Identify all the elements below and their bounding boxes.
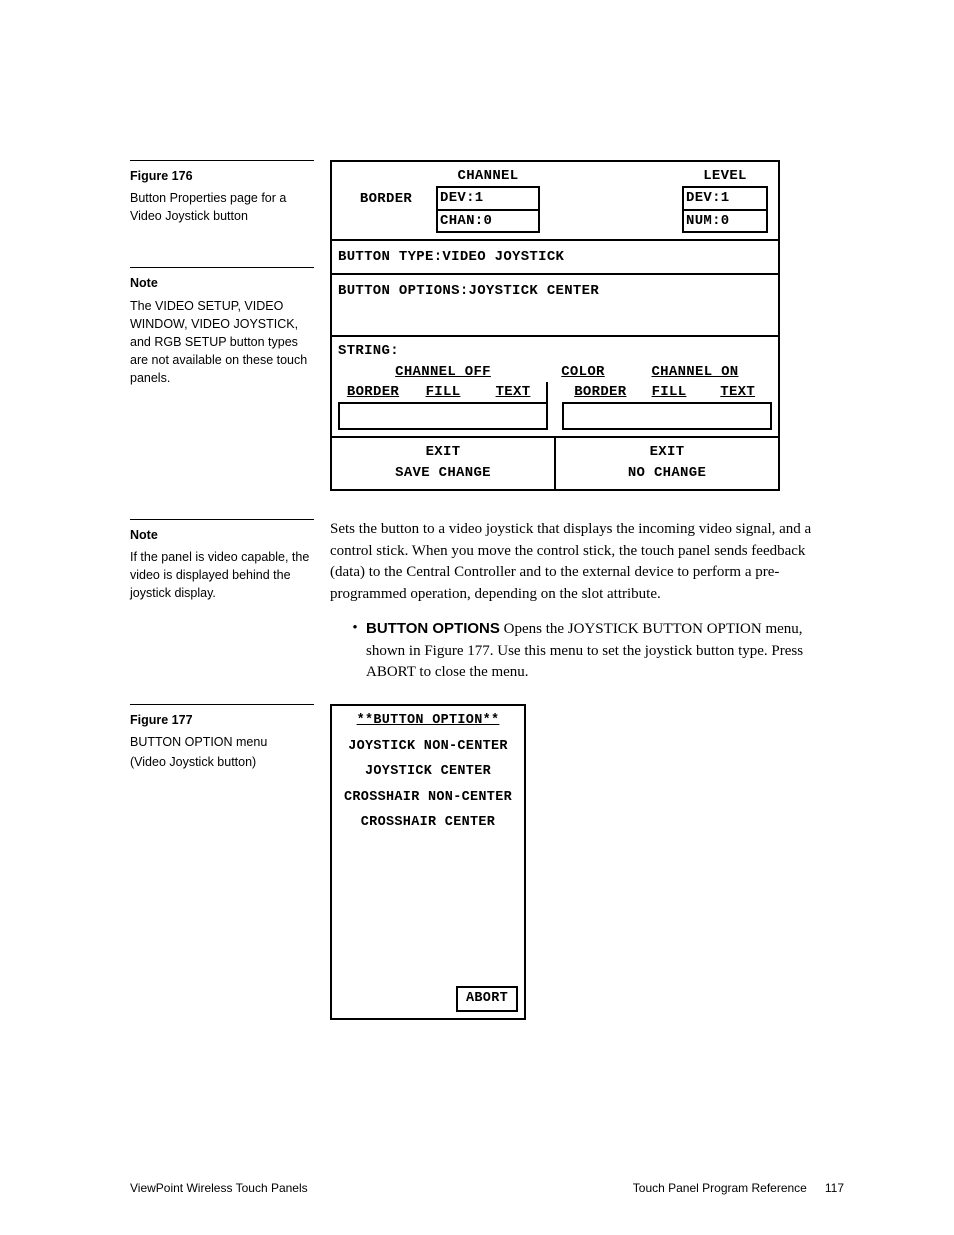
level-num: NUM:0 (682, 211, 768, 233)
channel-header: CHANNEL (436, 166, 540, 186)
on-fill: FILL (635, 382, 704, 402)
footer-section: Touch Panel Program Reference (633, 1181, 807, 1195)
off-text: TEXT (478, 382, 548, 402)
option-crosshair-noncenter[interactable]: CROSSHAIR NON-CENTER (332, 785, 524, 811)
on-border: BORDER (566, 382, 635, 402)
channel-off-header: CHANNEL OFF (395, 364, 491, 380)
note-1-label: Note (130, 274, 314, 292)
figure-176-caption: Button Properties page for a Video Joyst… (130, 189, 314, 225)
figure-176-label: Figure 176 (130, 167, 314, 185)
option-crosshair-center[interactable]: CROSSHAIR CENTER (332, 810, 524, 836)
exit-save-button[interactable]: EXIT SAVE CHANGE (332, 438, 556, 489)
footer-page-number: 117 (825, 1181, 844, 1195)
string-label: STRING: (332, 335, 778, 361)
button-options-row: BUTTON OPTIONS:JOYSTICK CENTER (332, 275, 778, 307)
level-dev: DEV:1 (682, 186, 768, 210)
button-type-row: BUTTON TYPE:VIDEO JOYSTICK (332, 241, 778, 275)
figure-177-label: Figure 177 (130, 711, 314, 729)
footer-left: ViewPoint Wireless Touch Panels (130, 1181, 633, 1195)
on-text: TEXT (703, 382, 772, 402)
off-fill: FILL (408, 382, 478, 402)
note-2-text: If the panel is video capable, the video… (130, 548, 314, 602)
figure-176-panel: BORDER CHANNEL DEV:1 CHAN:0 LEVEL DEV:1 … (330, 160, 780, 491)
channel-on-header: CHANNEL ON (651, 364, 738, 380)
figure-177-caption-2: (Video Joystick button) (130, 753, 314, 771)
bullet-1: BUTTON OPTIONS Opens the JOYSTICK BUTTON… (366, 618, 844, 684)
border-label: BORDER (336, 166, 436, 233)
option-joystick-center[interactable]: JOYSTICK CENTER (332, 759, 524, 785)
level-header: LEVEL (682, 166, 768, 186)
abort-button[interactable]: ABORT (456, 986, 518, 1012)
channel-chan: CHAN:0 (436, 211, 540, 233)
off-border: BORDER (338, 382, 408, 402)
channel-dev: DEV:1 (436, 186, 540, 210)
figure-177-panel: **BUTTON OPTION** JOYSTICK NON-CENTER JO… (330, 704, 526, 1019)
exit-no-change-button[interactable]: EXIT NO CHANGE (556, 438, 778, 489)
bullet-dot: • (330, 618, 366, 684)
note-2-label: Note (130, 526, 314, 544)
channel-on-box (562, 402, 772, 430)
body-paragraph-1: Sets the button to a video joystick that… (330, 519, 844, 606)
option-title: **BUTTON OPTION** (332, 706, 524, 734)
channel-off-box (338, 402, 548, 430)
figure-177-caption-1: BUTTON OPTION menu (130, 733, 314, 751)
color-header: COLOR (561, 364, 605, 380)
note-1-text: The VIDEO SETUP, VIDEO WINDOW, VIDEO JOY… (130, 297, 314, 388)
option-joystick-noncenter[interactable]: JOYSTICK NON-CENTER (332, 734, 524, 760)
